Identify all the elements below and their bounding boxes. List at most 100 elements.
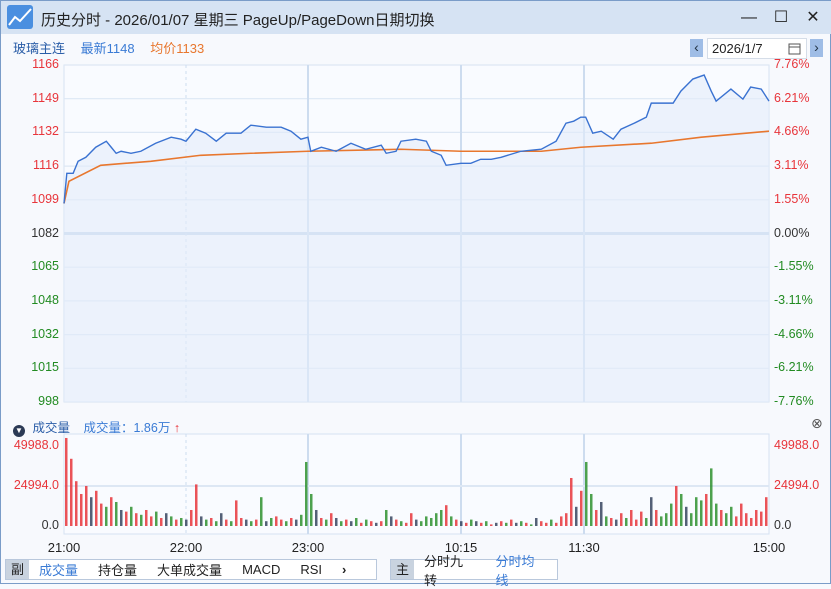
tab-macd[interactable]: MACD bbox=[232, 562, 290, 577]
volume-bar bbox=[430, 517, 433, 526]
volume-bar bbox=[125, 511, 128, 526]
tab-average-line[interactable]: 分时均线 bbox=[486, 551, 557, 589]
volume-bar bbox=[350, 521, 353, 526]
close-panel-icon[interactable]: ⊗ bbox=[811, 415, 823, 432]
volume-bar bbox=[730, 506, 733, 526]
volume-bar bbox=[630, 509, 633, 526]
volume-bar bbox=[195, 484, 198, 526]
volume-bar bbox=[470, 519, 473, 526]
volume-bar bbox=[250, 521, 253, 526]
volume-bar bbox=[750, 517, 753, 526]
volume-bar bbox=[380, 521, 383, 526]
volume-bar bbox=[205, 519, 208, 526]
volume-bar bbox=[235, 500, 238, 526]
volume-bar bbox=[465, 522, 468, 526]
volume-bar bbox=[475, 521, 478, 526]
volume-bar bbox=[455, 519, 458, 526]
volume-bar bbox=[280, 519, 283, 526]
volume-bar bbox=[95, 490, 98, 526]
volume-bar bbox=[80, 493, 83, 526]
volume-panel-header: ▼ 成交量 成交量：1.86万 ↑ bbox=[13, 417, 180, 437]
volume-bar bbox=[405, 522, 408, 526]
volume-bar bbox=[415, 519, 418, 526]
volume-bar bbox=[650, 497, 653, 526]
volume-bar bbox=[220, 513, 223, 526]
volume-bar bbox=[170, 516, 173, 526]
tab-large-volume[interactable]: 大单成交量 bbox=[147, 560, 232, 579]
volume-bar bbox=[495, 522, 498, 526]
volume-bar bbox=[320, 517, 323, 526]
time-tick-label: 21:00 bbox=[47, 540, 81, 555]
volume-bar bbox=[180, 517, 183, 526]
volume-bar bbox=[160, 517, 163, 526]
volume-bar bbox=[435, 513, 438, 526]
volume-bar bbox=[140, 514, 143, 526]
volume-bar bbox=[450, 516, 453, 526]
volume-bar bbox=[635, 519, 638, 526]
more-tabs-chevron-icon[interactable]: › bbox=[332, 562, 356, 577]
volume-bar bbox=[600, 501, 603, 526]
volume-bar bbox=[710, 468, 713, 526]
volume-bar bbox=[605, 516, 608, 526]
tab-open-interest[interactable]: 持仓量 bbox=[88, 560, 147, 579]
collapse-toggle-icon[interactable]: ▼ bbox=[13, 425, 25, 437]
volume-bar bbox=[340, 521, 343, 526]
volume-bar bbox=[85, 485, 88, 526]
volume-bar bbox=[410, 513, 413, 526]
volume-bar bbox=[695, 497, 698, 526]
volume-bar bbox=[300, 514, 303, 526]
time-tick-label: 22:00 bbox=[169, 540, 203, 555]
volume-bar bbox=[665, 513, 668, 526]
volume-plot-area bbox=[63, 433, 770, 535]
volume-bar bbox=[100, 503, 103, 526]
main-tabs-head: 主 bbox=[391, 560, 415, 579]
volume-bar bbox=[375, 522, 378, 526]
volume-bar bbox=[765, 497, 768, 526]
volume-bar bbox=[145, 509, 148, 526]
volume-bar bbox=[555, 522, 558, 526]
volume-bar bbox=[115, 501, 118, 526]
volume-bar bbox=[210, 517, 213, 526]
volume-bar bbox=[530, 524, 533, 526]
volume-bar bbox=[200, 516, 203, 526]
volume-bar bbox=[705, 493, 708, 526]
volume-bar bbox=[685, 506, 688, 526]
volume-bar bbox=[570, 477, 573, 526]
volume-bar bbox=[715, 503, 718, 526]
tab-volume[interactable]: 成交量 bbox=[29, 560, 88, 579]
volume-bar bbox=[185, 519, 188, 526]
volume-bar bbox=[565, 513, 568, 526]
volume-bar bbox=[735, 516, 738, 526]
volume-bar bbox=[645, 517, 648, 526]
volume-bar bbox=[690, 513, 693, 526]
tab-nine-turn[interactable]: 分时九转 bbox=[414, 551, 485, 589]
volume-bar bbox=[310, 493, 313, 526]
volume-bar bbox=[110, 497, 113, 526]
volume-bar bbox=[575, 506, 578, 526]
volume-bar bbox=[295, 519, 298, 526]
volume-bar bbox=[615, 519, 618, 526]
volume-bar bbox=[275, 516, 278, 526]
volume-bar bbox=[485, 521, 488, 526]
volume-bar bbox=[535, 517, 538, 526]
time-tick-label: 11:30 bbox=[568, 540, 600, 555]
time-tick-label: 15:00 bbox=[752, 540, 786, 555]
tab-rsi[interactable]: RSI bbox=[290, 562, 332, 577]
volume-bar bbox=[580, 490, 583, 526]
volume-bar bbox=[365, 519, 368, 526]
volume-bar bbox=[745, 513, 748, 526]
volume-bar bbox=[720, 509, 723, 526]
volume-bar bbox=[175, 519, 178, 526]
volume-bar bbox=[345, 519, 348, 526]
volume-bar bbox=[395, 519, 398, 526]
main-indicator-tabs: 主 分时九转 分时均线 bbox=[390, 554, 558, 588]
volume-bar bbox=[330, 513, 333, 526]
volume-bar bbox=[385, 509, 388, 526]
volume-bar bbox=[700, 500, 703, 526]
volume-bar bbox=[120, 509, 123, 526]
volume-bar bbox=[660, 516, 663, 526]
sub-indicator-tabs: 副 成交量 持仓量 大单成交量 MACD RSI › bbox=[5, 559, 377, 580]
volume-bar bbox=[370, 521, 373, 526]
time-tick-label: 23:00 bbox=[291, 540, 325, 555]
volume-bar bbox=[260, 497, 263, 526]
